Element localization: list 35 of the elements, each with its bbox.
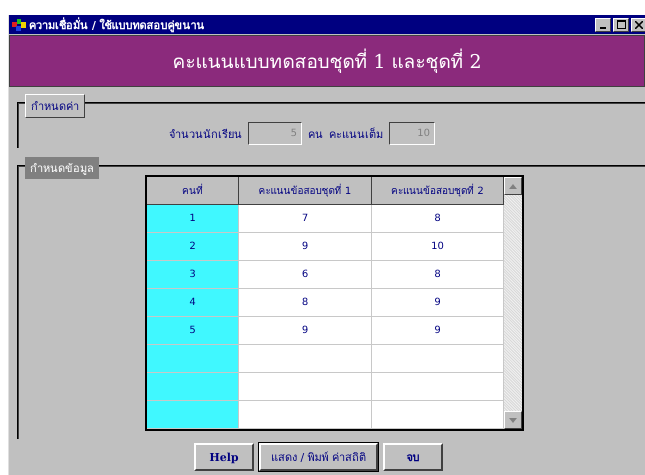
minimize-button[interactable] <box>595 18 611 32</box>
maximize-button[interactable] <box>613 18 629 32</box>
row-number-cell: 5 <box>147 317 239 345</box>
table-cell: 8 <box>239 289 372 317</box>
table-cell: 6 <box>239 261 372 289</box>
students-label: จำนวนนักเรียน <box>169 126 242 142</box>
column-header[interactable]: คะแนนข้อสอบชุดที่ 1 <box>239 177 372 205</box>
row-number-cell: 1 <box>147 205 239 233</box>
table-cell: 7 <box>239 205 372 233</box>
push-button[interactable]: Help <box>194 443 254 471</box>
up-arrow-icon <box>509 184 517 188</box>
push-button[interactable]: จบ <box>383 443 444 471</box>
full-score-label: คะแนนเต็ม <box>329 126 383 142</box>
down-arrow-icon <box>509 418 517 422</box>
table-cell: 9 <box>239 317 372 345</box>
close-button[interactable] <box>631 18 645 32</box>
row-number-cell: 4 <box>147 289 239 317</box>
row-number-cell: 2 <box>147 233 239 261</box>
maximize-icon <box>616 20 626 29</box>
scrollbar[interactable] <box>504 177 522 429</box>
window-title: ความเชื่อมั่น / ใช้แบบทดสอบคู่ขนาน <box>29 16 206 34</box>
group-label: กำหนดข้อมูล <box>25 157 99 179</box>
minimize-icon <box>600 26 606 28</box>
table-cell: 9 <box>239 233 372 261</box>
unit-label: คน <box>308 126 323 142</box>
close-icon <box>635 20 643 28</box>
scroll-down-button[interactable] <box>504 411 522 429</box>
banner-title: คะแนนแบบทดสอบชุดที่ 1 และชุดที่ 2 <box>9 35 645 87</box>
column-header[interactable]: คะแนนข้อสอบชุดที่ 2 <box>372 177 504 205</box>
push-button[interactable]: แสดง / พิมพ์ ค่าสถิติ <box>259 443 378 471</box>
row-number-cell: 3 <box>147 261 239 289</box>
scroll-up-button[interactable] <box>504 177 522 195</box>
group-label: กำหนดค่า <box>25 94 85 118</box>
column-header[interactable]: คนที่ <box>147 177 239 205</box>
app-icon <box>12 18 26 30</box>
